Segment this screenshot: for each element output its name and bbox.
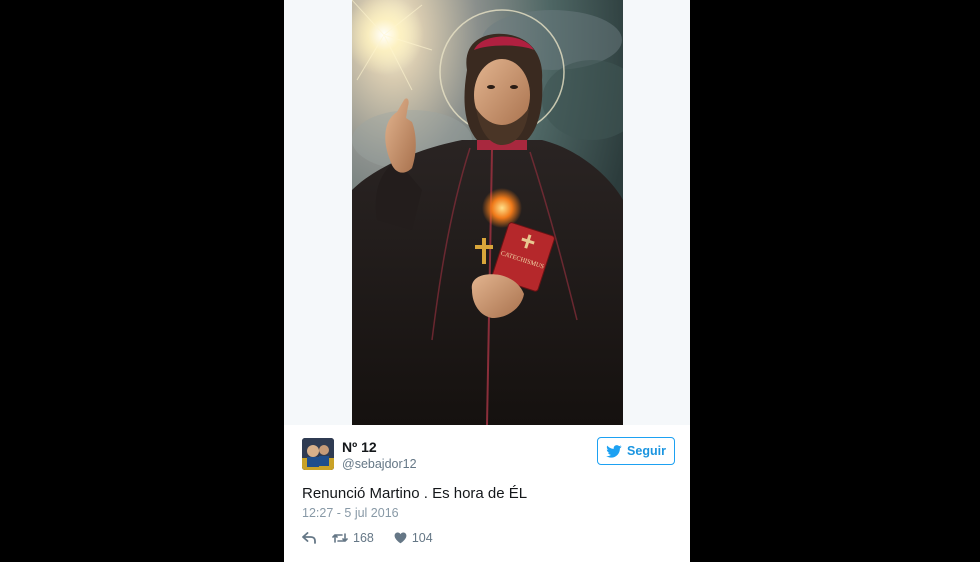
retweet-button[interactable]: 168 bbox=[332, 531, 374, 545]
like-count: 104 bbox=[411, 531, 433, 545]
tweet-image[interactable]: CATECHISMUS bbox=[352, 0, 623, 425]
tweet-actions: 168 104 bbox=[302, 529, 433, 547]
heart-icon bbox=[394, 532, 407, 544]
user-handle[interactable]: @sebajdor12 bbox=[342, 457, 417, 471]
twitter-bird-icon bbox=[606, 444, 622, 458]
retweet-icon bbox=[332, 533, 348, 543]
follow-label: Seguir bbox=[627, 444, 666, 458]
like-button[interactable]: 104 bbox=[394, 531, 433, 545]
tweet-text: Renunció Martino . Es hora de ÉL bbox=[302, 485, 528, 502]
reply-arrow-icon bbox=[302, 532, 316, 544]
follow-button[interactable]: Seguir bbox=[597, 437, 675, 465]
display-name[interactable]: Nº 12 bbox=[342, 439, 377, 455]
avatar[interactable] bbox=[302, 438, 334, 470]
tweet-card: CATECHISMUS Nº 12 @sebajdor12 Seguir Ren… bbox=[284, 0, 690, 562]
reply-button[interactable] bbox=[302, 532, 316, 544]
tweet-media-area: CATECHISMUS bbox=[284, 0, 690, 425]
tweet-timestamp[interactable]: 12:27 - 5 jul 2016 bbox=[302, 506, 399, 520]
retweet-count: 168 bbox=[353, 531, 374, 545]
